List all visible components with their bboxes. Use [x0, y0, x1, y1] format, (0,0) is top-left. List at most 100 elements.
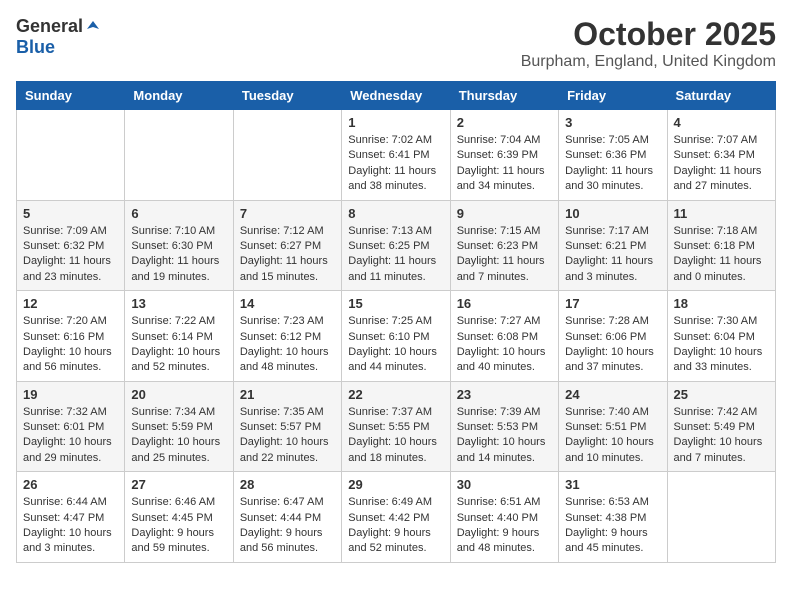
- calendar-cell: 29 Sunrise: 6:49 AMSunset: 4:42 PMDayligh…: [342, 472, 450, 563]
- day-info: Sunrise: 7:15 AMSunset: 6:23 PMDaylight:…: [457, 224, 552, 286]
- calendar-cell: 20Sunrise: 7:34 AMSunset: 5:59 PMDayligh…: [125, 381, 233, 472]
- calendar-header-row: Sunday Monday Tuesday Wednesday Thursday…: [17, 82, 776, 110]
- day-info: Sunrise: 7:37 AMSunset: 5:55 PMDaylight:…: [348, 405, 443, 467]
- title-block: October 2025 Burpham, England, United Ki…: [521, 16, 776, 71]
- day-info: Sunrise: 6:46 AMSunset: 4:45 PMDaylight:…: [131, 495, 226, 557]
- day-number: 21: [240, 387, 335, 402]
- day-info: Sunrise: 7:35 AMSunset: 5:57 PMDaylight:…: [240, 405, 335, 467]
- day-info: Sunrise: 7:17 AMSunset: 6:21 PMDaylight:…: [565, 224, 660, 286]
- day-info: Sunrise: 6:47 AMSunset: 4:44 PMDaylight:…: [240, 495, 335, 557]
- calendar-cell: 11 Sunrise: 7:18 AMSunset: 6:18 PMDayligh…: [667, 200, 775, 291]
- day-number: 3: [565, 115, 660, 130]
- col-monday: Monday: [125, 82, 233, 110]
- logo-blue: Blue: [16, 37, 55, 57]
- day-info: Sunrise: 7:20 AMSunset: 6:16 PMDaylight:…: [23, 314, 118, 376]
- calendar-cell: 14 Sunrise: 7:23 AMSunset: 6:12 PMDayligh…: [233, 291, 341, 382]
- day-info: Sunrise: 6:44 AMSunset: 4:47 PMDaylight:…: [23, 495, 118, 557]
- logo: General Blue: [16, 16, 101, 58]
- calendar-cell: 3 Sunrise: 7:05 AMSunset: 6:36 PMDaylight…: [559, 110, 667, 201]
- day-info: Sunrise: 7:10 AMSunset: 6:30 PMDaylight:…: [131, 224, 226, 286]
- day-info: Sunrise: 6:51 AMSunset: 4:40 PMDaylight:…: [457, 495, 552, 557]
- day-info: Sunrise: 7:40 AMSunset: 5:51 PMDaylight:…: [565, 405, 660, 467]
- day-info: Sunrise: 7:22 AMSunset: 6:14 PMDaylight:…: [131, 314, 226, 376]
- day-info: Sunrise: 7:30 AMSunset: 6:04 PMDaylight:…: [674, 314, 769, 376]
- calendar-cell: 8 Sunrise: 7:13 AMSunset: 6:25 PMDaylight…: [342, 200, 450, 291]
- day-info: Sunrise: 7:04 AMSunset: 6:39 PMDaylight:…: [457, 133, 552, 195]
- calendar-week-4: 19 Sunrise: 7:32 AMSunset: 6:01 PMDayligh…: [17, 381, 776, 472]
- calendar-cell: 28Sunrise: 6:47 AMSunset: 4:44 PMDayligh…: [233, 472, 341, 563]
- day-number: 13: [131, 296, 226, 311]
- day-info: Sunrise: 7:02 AMSunset: 6:41 PMDaylight:…: [348, 133, 443, 195]
- day-info: Sunrise: 7:23 AMSunset: 6:12 PMDaylight:…: [240, 314, 335, 376]
- day-info: Sunrise: 7:27 AMSunset: 6:08 PMDaylight:…: [457, 314, 552, 376]
- calendar-cell: [125, 110, 233, 201]
- day-number: 9: [457, 206, 552, 221]
- day-number: 12: [23, 296, 118, 311]
- calendar-cell: 4Sunrise: 7:07 AMSunset: 6:34 PMDaylight…: [667, 110, 775, 201]
- day-info: Sunrise: 7:39 AMSunset: 5:53 PMDaylight:…: [457, 405, 552, 467]
- calendar-cell: 24 Sunrise: 7:40 AMSunset: 5:51 PMDayligh…: [559, 381, 667, 472]
- day-info: Sunrise: 7:28 AMSunset: 6:06 PMDaylight:…: [565, 314, 660, 376]
- calendar-table: Sunday Monday Tuesday Wednesday Thursday…: [16, 81, 776, 563]
- day-number: 23: [457, 387, 552, 402]
- day-number: 10: [565, 206, 660, 221]
- calendar-cell: 27Sunrise: 6:46 AMSunset: 4:45 PMDayligh…: [125, 472, 233, 563]
- col-saturday: Saturday: [667, 82, 775, 110]
- calendar-cell: 23 Sunrise: 7:39 AMSunset: 5:53 PMDayligh…: [450, 381, 558, 472]
- day-info: Sunrise: 6:53 AMSunset: 4:38 PMDaylight:…: [565, 495, 660, 557]
- logo-bird-icon: [85, 19, 101, 35]
- col-wednesday: Wednesday: [342, 82, 450, 110]
- day-number: 30: [457, 477, 552, 492]
- day-number: 7: [240, 206, 335, 221]
- calendar-week-5: 26 Sunrise: 6:44 AMSunset: 4:47 PMDayligh…: [17, 472, 776, 563]
- day-number: 18: [674, 296, 769, 311]
- day-number: 22: [348, 387, 443, 402]
- day-info: Sunrise: 7:12 AMSunset: 6:27 PMDaylight:…: [240, 224, 335, 286]
- calendar-cell: 1Sunrise: 7:02 AMSunset: 6:41 PMDaylight…: [342, 110, 450, 201]
- calendar-cell: 15 Sunrise: 7:25 AMSunset: 6:10 PMDayligh…: [342, 291, 450, 382]
- day-number: 6: [131, 206, 226, 221]
- calendar-cell: 10 Sunrise: 7:17 AMSunset: 6:21 PMDayligh…: [559, 200, 667, 291]
- day-number: 11: [674, 206, 769, 221]
- calendar-cell: 21 Sunrise: 7:35 AMSunset: 5:57 PMDayligh…: [233, 381, 341, 472]
- day-info: Sunrise: 7:42 AMSunset: 5:49 PMDaylight:…: [674, 405, 769, 467]
- calendar-cell: 17Sunrise: 7:28 AMSunset: 6:06 PMDayligh…: [559, 291, 667, 382]
- calendar-cell: 6 Sunrise: 7:10 AMSunset: 6:30 PMDaylight…: [125, 200, 233, 291]
- calendar-cell: 2Sunrise: 7:04 AMSunset: 6:39 PMDaylight…: [450, 110, 558, 201]
- month-title: October 2025: [521, 16, 776, 53]
- location: Burpham, England, United Kingdom: [521, 53, 776, 71]
- day-number: 15: [348, 296, 443, 311]
- day-number: 29: [348, 477, 443, 492]
- calendar-cell: 18 Sunrise: 7:30 AMSunset: 6:04 PMDayligh…: [667, 291, 775, 382]
- calendar-cell: [233, 110, 341, 201]
- day-number: 25: [674, 387, 769, 402]
- calendar-cell: 12 Sunrise: 7:20 AMSunset: 6:16 PMDayligh…: [17, 291, 125, 382]
- day-info: Sunrise: 7:25 AMSunset: 6:10 PMDaylight:…: [348, 314, 443, 376]
- calendar-cell: 22 Sunrise: 7:37 AMSunset: 5:55 PMDayligh…: [342, 381, 450, 472]
- calendar-week-1: 1Sunrise: 7:02 AMSunset: 6:41 PMDaylight…: [17, 110, 776, 201]
- day-info: Sunrise: 6:49 AMSunset: 4:42 PMDaylight:…: [348, 495, 443, 557]
- calendar-cell: 13 Sunrise: 7:22 AMSunset: 6:14 PMDayligh…: [125, 291, 233, 382]
- day-number: 8: [348, 206, 443, 221]
- day-number: 31: [565, 477, 660, 492]
- day-number: 19: [23, 387, 118, 402]
- calendar-cell: [17, 110, 125, 201]
- day-info: Sunrise: 7:32 AMSunset: 6:01 PMDaylight:…: [23, 405, 118, 467]
- day-number: 5: [23, 206, 118, 221]
- day-info: Sunrise: 7:07 AMSunset: 6:34 PMDaylight:…: [674, 133, 769, 195]
- calendar-cell: [667, 472, 775, 563]
- day-number: 14: [240, 296, 335, 311]
- col-sunday: Sunday: [17, 82, 125, 110]
- calendar-cell: 26 Sunrise: 6:44 AMSunset: 4:47 PMDayligh…: [17, 472, 125, 563]
- col-tuesday: Tuesday: [233, 82, 341, 110]
- calendar-cell: 5Sunrise: 7:09 AMSunset: 6:32 PMDaylight…: [17, 200, 125, 291]
- logo-general: General: [16, 16, 83, 37]
- day-info: Sunrise: 7:13 AMSunset: 6:25 PMDaylight:…: [348, 224, 443, 286]
- day-info: Sunrise: 7:18 AMSunset: 6:18 PMDaylight:…: [674, 224, 769, 286]
- calendar-cell: 31 Sunrise: 6:53 AMSunset: 4:38 PMDayligh…: [559, 472, 667, 563]
- day-info: Sunrise: 7:05 AMSunset: 6:36 PMDaylight:…: [565, 133, 660, 195]
- day-number: 26: [23, 477, 118, 492]
- day-number: 20: [131, 387, 226, 402]
- day-number: 24: [565, 387, 660, 402]
- calendar-cell: 19 Sunrise: 7:32 AMSunset: 6:01 PMDayligh…: [17, 381, 125, 472]
